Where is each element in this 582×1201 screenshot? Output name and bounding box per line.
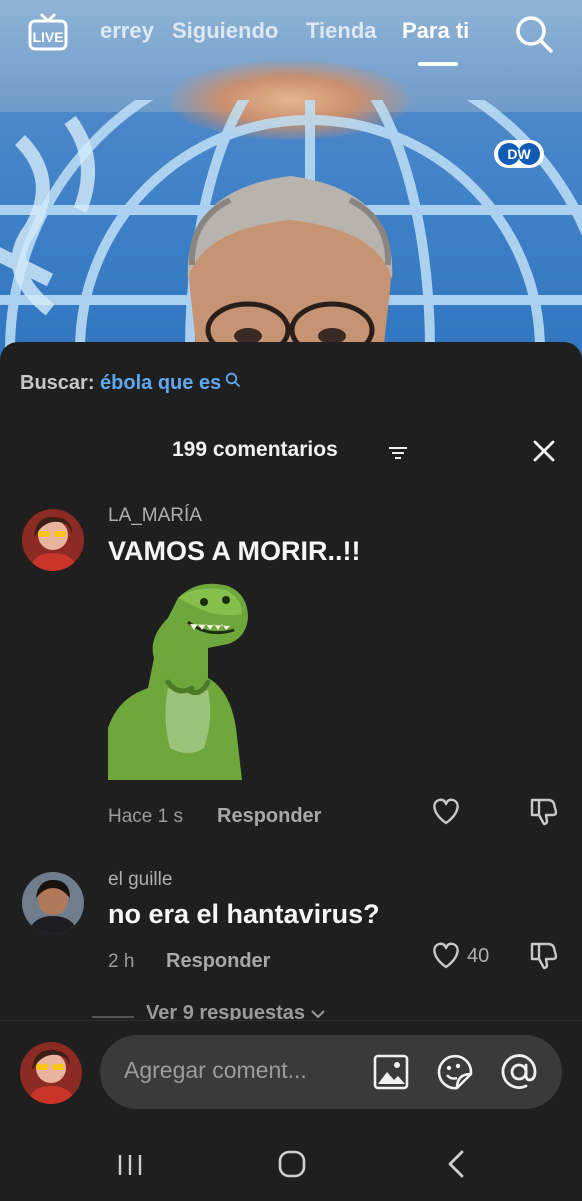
search-icon[interactable] <box>514 14 554 54</box>
recents-icon[interactable] <box>116 1151 144 1179</box>
sticker-icon[interactable] <box>436 1053 474 1091</box>
comment-username[interactable]: el guille <box>108 869 172 891</box>
heart-icon[interactable] <box>430 796 462 826</box>
reply-button[interactable]: Responder <box>217 805 321 828</box>
comment-text: no era el hantavirus? <box>108 899 380 929</box>
comment-count: 199 comentarios <box>172 438 338 461</box>
comment-time: Hace 1 s <box>108 806 183 827</box>
live-tv-icon[interactable]: LIVE <box>28 12 68 52</box>
replies-divider <box>92 1016 134 1018</box>
chevron-down-icon <box>310 1010 325 1019</box>
dislike-icon[interactable] <box>528 796 560 826</box>
search-suggestion-query[interactable]: ébola que es <box>100 372 221 394</box>
search-suggestion[interactable]: Buscar: ébola que es <box>20 372 241 395</box>
dw-logo: DW <box>494 140 544 168</box>
image-icon[interactable] <box>372 1053 410 1091</box>
home-icon[interactable] <box>277 1149 307 1179</box>
live-label: LIVE <box>32 29 63 45</box>
avatar[interactable] <box>22 509 84 571</box>
comment-input[interactable]: Agregar coment... <box>100 1035 562 1109</box>
tab-tienda[interactable]: Tienda <box>306 18 377 44</box>
search-suggestion-icon <box>225 372 240 387</box>
top-navigation: LIVE errey Siguiendo Tienda Para ti <box>0 0 582 80</box>
reply-button[interactable]: Responder <box>166 950 270 973</box>
tab-para-ti[interactable]: Para ti <box>402 18 469 44</box>
like-count: 40 <box>467 945 490 967</box>
mention-icon[interactable] <box>500 1053 538 1091</box>
search-suggestion-label: Buscar: <box>20 372 95 394</box>
system-navigation-bar <box>0 1141 582 1201</box>
tab-siguiendo[interactable]: Siguiendo <box>172 18 278 44</box>
dislike-icon[interactable] <box>528 940 560 970</box>
current-user-avatar[interactable] <box>20 1042 82 1104</box>
comment-username[interactable]: LA_MARÍA <box>108 505 202 527</box>
tab-following-partial[interactable]: errey <box>100 18 154 44</box>
dw-logo-text: DW <box>507 146 531 162</box>
back-icon[interactable] <box>444 1149 468 1179</box>
avatar[interactable] <box>22 872 84 934</box>
close-icon[interactable] <box>532 439 556 463</box>
comment-time: 2 h <box>108 951 135 972</box>
heart-icon[interactable] <box>430 940 462 970</box>
comment-input-placeholder: Agregar coment... <box>124 1057 307 1083</box>
dinosaur-sticker[interactable] <box>108 578 254 780</box>
active-tab-indicator <box>418 62 458 66</box>
comment-text: VAMOS A MORIR..!! <box>108 536 361 566</box>
sort-filter-icon[interactable] <box>388 445 408 461</box>
comment-input-bar: Agregar coment... <box>0 1020 582 1201</box>
